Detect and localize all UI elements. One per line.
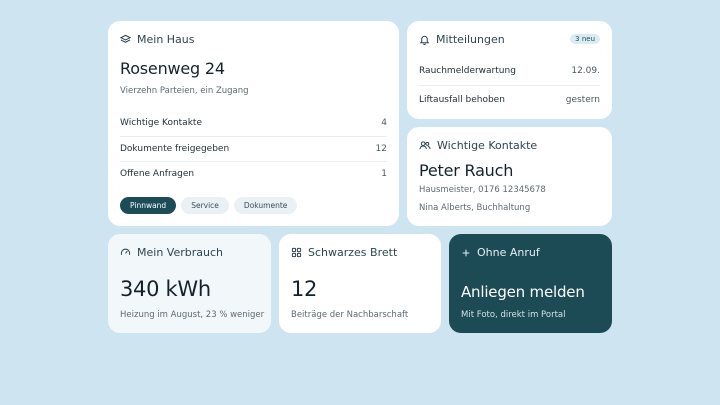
- message-label: Rauchmelderwartung: [419, 66, 516, 76]
- message-label: Liftausfall behoben: [419, 95, 505, 105]
- usage-card-title: Mein Verbrauch: [137, 246, 223, 259]
- home-card[interactable]: Mein Haus Rosenweg 24 Vierzehn Parteien,…: [108, 21, 399, 226]
- contacts-card[interactable]: Wichtige Kontakte Peter Rauch Hausmeiste…: [407, 127, 612, 226]
- home-tabs: Pinnwand Service Dokumente: [120, 197, 298, 214]
- users-icon: [419, 140, 431, 151]
- stat-value: 4: [381, 118, 387, 129]
- message-date: gestern: [565, 95, 600, 105]
- stat-row-documents[interactable]: Dokumente freigegeben 12: [120, 137, 387, 162]
- request-headline[interactable]: Anliegen melden: [461, 283, 585, 301]
- message-item[interactable]: Rauchmelderwartung 12.09.: [419, 57, 600, 86]
- home-stats-list: Wichtige Kontakte 4 Dokumente freigegebe…: [120, 111, 387, 187]
- stat-row-requests[interactable]: Offene Anfragen 1: [120, 162, 387, 187]
- home-address: Rosenweg 24: [120, 59, 225, 78]
- home-subtitle: Vierzehn Parteien, ein Zugang: [120, 86, 249, 96]
- usage-note: Heizung im August, 23 % weniger: [120, 310, 265, 320]
- gauge-icon: [120, 247, 131, 258]
- contact-name: Peter Rauch: [419, 161, 514, 180]
- chip-service[interactable]: Service: [181, 197, 229, 214]
- new-messages-badge: 3 neu: [570, 34, 600, 44]
- bell-icon: [419, 34, 430, 45]
- request-card-title: Ohne Anruf: [477, 246, 540, 259]
- message-item[interactable]: Liftausfall behoben gestern: [419, 86, 600, 114]
- stat-label: Dokumente freigegeben: [120, 143, 230, 154]
- usage-card[interactable]: Mein Verbrauch 340 kWh Heizung im August…: [108, 234, 271, 333]
- chip-pinnwand[interactable]: Pinnwand: [120, 197, 177, 214]
- contacts-card-title: Wichtige Kontakte: [437, 139, 538, 152]
- messages-card-header: Mitteilungen: [419, 33, 505, 46]
- board-value: 12: [291, 277, 318, 301]
- request-card[interactable]: Ohne Anruf Anliegen melden Mit Foto, dir…: [449, 234, 612, 333]
- stat-label: Offene Anfragen: [120, 169, 195, 180]
- chip-dokumente[interactable]: Dokumente: [233, 197, 298, 214]
- stat-value: 12: [375, 143, 387, 154]
- usage-card-header: Mein Verbrauch: [120, 246, 223, 259]
- stat-row-contacts[interactable]: Wichtige Kontakte 4: [120, 111, 387, 137]
- contact-line-1: Hausmeister, 0176 12345678: [419, 185, 546, 195]
- board-card-header: Schwarzes Brett: [291, 246, 397, 259]
- stat-value: 1: [381, 169, 387, 180]
- contact-line-2: Nina Alberts, Buchhaltung: [419, 203, 531, 213]
- plus-icon: [461, 248, 471, 258]
- request-card-header: Ohne Anruf: [461, 246, 540, 259]
- board-card-title: Schwarzes Brett: [308, 246, 398, 259]
- messages-list: Rauchmelderwartung 12.09. Liftausfall be…: [419, 57, 600, 114]
- messages-card-title: Mitteilungen: [436, 33, 505, 46]
- board-note: Beiträge der Nachbarschaft: [291, 310, 409, 320]
- contacts-card-header: Wichtige Kontakte: [419, 139, 537, 152]
- board-card[interactable]: Schwarzes Brett 12 Beiträge der Nachbars…: [279, 234, 441, 333]
- request-note: Mit Foto, direkt im Portal: [461, 310, 566, 320]
- usage-value: 340 kWh: [120, 277, 211, 301]
- grid-icon: [291, 247, 302, 258]
- layers-icon: [120, 34, 131, 45]
- home-card-title: Mein Haus: [137, 33, 195, 46]
- stat-label: Wichtige Kontakte: [120, 118, 202, 129]
- messages-card[interactable]: Mitteilungen 3 neu Rauchmelderwartung 12…: [407, 21, 612, 119]
- home-card-header: Mein Haus: [120, 33, 195, 46]
- message-date: 12.09.: [571, 66, 600, 76]
